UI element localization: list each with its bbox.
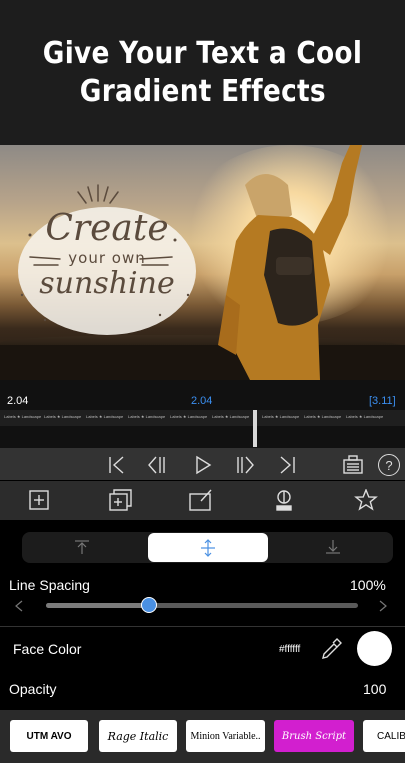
play-icon[interactable] [192,454,214,476]
font-option-rage-italic[interactable]: Rage Italic [99,720,177,752]
add-layer-icon[interactable] [108,489,132,511]
align-top-icon [75,539,89,554]
font-option-minion-variable[interactable]: Minion Variable.. [186,720,265,752]
skip-to-start-icon[interactable] [106,454,128,476]
playback-controls: ? [0,448,405,480]
line-spacing-slider[interactable] [46,597,358,613]
timeline[interactable]: 2.04 2.04 [3.11] Labels ★ Landscape Labe… [0,380,405,448]
decrease-arrow-icon[interactable] [14,600,24,612]
font-option-brush-script[interactable]: Brush Script [274,720,354,752]
banner-title-line-1: Give Your Text a Cool [42,35,363,71]
line-spacing-label: Line Spacing [9,577,90,593]
eyedropper-icon[interactable] [320,637,342,661]
align-top-option[interactable] [22,532,142,561]
increase-arrow-icon[interactable] [378,600,388,612]
playhead-time: 2.04 [191,395,213,407]
strip-label: Labels ★ Landscape [86,414,124,419]
font-option-calibri[interactable]: CALIB [363,720,405,752]
banner-title-line-2: Gradient Effects [79,73,326,109]
font-option-utm-avo[interactable]: UTM AVO [10,720,88,752]
help-icon[interactable]: ? [378,454,400,476]
timeline-playhead[interactable] [253,410,257,447]
slider-thumb[interactable] [140,597,157,613]
align-center-option[interactable] [148,533,268,562]
align-bottom-option[interactable] [273,532,393,561]
strip-label: Labels ★ Landscape [4,414,42,419]
strip-label: Labels ★ Landscape [128,414,166,419]
edit-icon[interactable] [189,489,213,511]
line-spacing-value: 100% [350,577,386,593]
vertical-align-segmented-control [22,532,393,563]
align-bottom-icon [326,539,340,554]
add-text-icon[interactable] [27,489,51,511]
strip-label: Labels ★ Landscape [212,414,250,419]
promo-banner: Give Your Text a Cool Gradient Effects [0,0,405,145]
opacity-label: Opacity [9,681,57,697]
total-duration: [3.11] [369,395,396,407]
face-color-label: Face Color [13,641,82,657]
editor-toolbar [0,481,405,520]
strip-label: Labels ★ Landscape [262,414,300,419]
text-properties-panel: Line Spacing 100% Face Color #ffffff Opa… [0,520,405,710]
sparkle-decorations [20,184,190,322]
strip-label: Labels ★ Landscape [170,414,208,419]
current-time: 2.04 [7,395,29,407]
strip-label: Labels ★ Landscape [304,414,342,419]
divider [0,626,405,627]
timeline-strip[interactable]: Labels ★ Landscape Labels ★ Landscape La… [0,410,405,426]
strip-label: Labels ★ Landscape [44,414,82,419]
paint-icon[interactable] [272,489,296,511]
skip-to-end-icon[interactable] [276,454,298,476]
align-center-icon [201,538,215,557]
step-back-icon[interactable] [146,454,168,476]
slider-fill [46,603,149,608]
strip-label: Labels ★ Landscape [346,414,384,419]
layers-icon[interactable] [342,454,364,476]
font-picker: UTM AVO Rage Italic Minion Variable.. Br… [0,710,405,763]
step-forward-icon[interactable] [234,454,256,476]
favorites-icon[interactable] [354,489,378,511]
face-color-swatch[interactable] [357,631,392,666]
canvas-preview[interactable]: Create your own sunshine [0,145,405,380]
face-color-hex: #ffffff [279,644,301,655]
opacity-value: 100 [363,681,387,697]
